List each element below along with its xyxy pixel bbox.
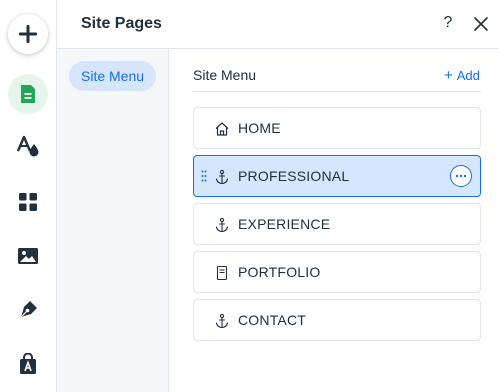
add-page-button[interactable]: + Add (444, 67, 480, 84)
close-icon (474, 17, 488, 31)
media-icon (18, 248, 38, 264)
page-item-label: CONTACT (238, 312, 307, 328)
pages-tool-button[interactable] (8, 74, 48, 114)
apps-tool-button[interactable] (8, 182, 48, 222)
design-tool-button[interactable] (8, 126, 48, 166)
pages-icon (21, 85, 35, 103)
page-icon (216, 265, 228, 281)
subnav-item-site-menu[interactable]: Site Menu (69, 61, 157, 91)
anchor-icon (215, 313, 229, 329)
blog-tool-button[interactable] (8, 290, 48, 330)
tool-rail (0, 0, 57, 392)
page-item-label: PORTFOLIO (238, 264, 321, 280)
more-horizontal-icon (455, 174, 467, 178)
page-item-label: EXPERIENCE (238, 216, 331, 232)
help-button[interactable]: ? (440, 13, 456, 33)
close-button[interactable] (471, 14, 491, 34)
add-elements-button[interactable] (8, 14, 48, 54)
blog-pen-icon (20, 301, 37, 318)
store-tool-button[interactable] (8, 344, 48, 384)
add-page-label: Add (456, 68, 480, 83)
page-item-home[interactable]: HOME (193, 107, 481, 149)
panel-title: Site Pages (81, 15, 162, 32)
home-icon (215, 122, 229, 136)
store-bag-icon (20, 353, 36, 374)
plus-icon: + (444, 67, 453, 84)
anchor-icon (215, 217, 229, 233)
more-actions-button[interactable] (450, 165, 472, 187)
anchor-icon (215, 169, 229, 185)
plus-icon (19, 25, 37, 43)
page-item-label: HOME (238, 120, 281, 136)
page-item-label: PROFESSIONAL (238, 168, 350, 184)
page-item-contact[interactable]: CONTACT (193, 299, 481, 341)
page-item-portfolio[interactable]: PORTFOLIO (193, 251, 481, 293)
media-tool-button[interactable] (8, 236, 48, 276)
page-item-experience[interactable]: EXPERIENCE (193, 203, 481, 245)
design-icon (16, 135, 39, 157)
site-menu-section: Site Menu + Add HOME PROFESSIONAL EXPERI… (170, 49, 498, 392)
apps-icon (19, 193, 37, 211)
drag-handle-icon[interactable] (201, 170, 207, 182)
panel-subnav: Site Menu (57, 49, 169, 392)
page-item-professional[interactable]: PROFESSIONAL (193, 155, 481, 197)
section-title: Site Menu (193, 67, 257, 83)
section-divider (193, 91, 481, 92)
panel-header: Site Pages ? (57, 0, 498, 49)
